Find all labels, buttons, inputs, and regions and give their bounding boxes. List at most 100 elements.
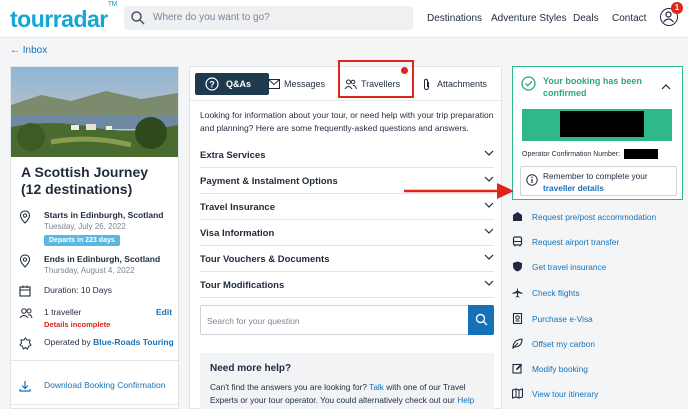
logo-text: tourradar [10, 6, 108, 32]
badge-icon [19, 337, 32, 350]
divider [11, 360, 178, 361]
question-search-input[interactable]: Search for your question [200, 305, 494, 335]
shield-icon [513, 261, 522, 272]
check-circle-icon [521, 76, 536, 91]
logo-trademark: TM [107, 1, 118, 9]
nav-adventure-styles[interactable]: Adventure Styles [491, 13, 567, 24]
start-date: Tuesday, July 26, 2022 [44, 222, 126, 231]
chevron-down-icon [484, 280, 494, 286]
action-airport-transfer[interactable]: Request airport transfer [512, 233, 682, 253]
booking-status-card: Your booking has been confirmed Operator… [512, 66, 683, 200]
qa-panel: ? Q&As Messages Travellers Attachments L… [189, 66, 502, 409]
tab-messages[interactable]: Messages [265, 73, 335, 95]
plane-icon [512, 287, 523, 298]
paperclip-icon [424, 78, 429, 91]
action-label: Offset my carbon [532, 339, 596, 349]
nav-deals[interactable]: Deals [573, 13, 599, 24]
nav-destinations[interactable]: Destinations [427, 13, 482, 24]
action-accommodation[interactable]: Request pre/post accommodation [512, 208, 682, 228]
question-search-placeholder: Search for your question [207, 316, 300, 326]
help-link[interactable]: Help [457, 395, 474, 405]
action-check-flights[interactable]: Check flights [512, 284, 682, 304]
tourradar-logo[interactable]: tourradarTM [10, 1, 117, 33]
top-header: tourradarTM Where do you want to go? Des… [0, 0, 688, 38]
traveller-count: 1 traveller [44, 307, 82, 317]
tab-qas-label: Q&As [226, 79, 252, 89]
envelope-icon [268, 79, 280, 89]
divider [11, 404, 178, 405]
users-icon [19, 308, 33, 319]
leaf-icon [512, 338, 523, 349]
accordion-vouchers[interactable]: Tour Vouchers & Documents [200, 246, 494, 272]
action-label: Modify booking [532, 364, 588, 374]
tour-photo [11, 67, 178, 157]
action-modify-booking[interactable]: Modify booking [512, 360, 682, 380]
operator-link[interactable]: Blue-Roads Touring [93, 337, 174, 347]
start-location: Starts in Edinburgh, Scotland [44, 210, 164, 220]
annotation-arrow [404, 183, 514, 199]
store-icon [513, 212, 522, 221]
chevron-down-icon [484, 254, 494, 260]
action-purchase-evisa[interactable]: Purchase e-Visa [512, 310, 682, 330]
operator-confirmation-label: Operator Confirmation Number: [522, 151, 621, 158]
question-icon: ? [205, 77, 219, 91]
reminder-label: Remember to complete your [543, 171, 648, 181]
location-pin-icon [19, 254, 31, 268]
action-label: View tour itinerary [532, 389, 599, 399]
chevron-down-icon [484, 150, 494, 156]
action-label: Get travel insurance [532, 262, 607, 272]
bus-icon [512, 236, 523, 247]
search-icon [131, 11, 145, 25]
travellers-notification-dot [401, 67, 408, 74]
action-offset-carbon[interactable]: Offset my carbon [512, 335, 682, 355]
notification-badge[interactable]: 1 [671, 2, 683, 14]
edit-travellers-link[interactable]: Edit [156, 307, 172, 317]
tab-messages-label: Messages [284, 79, 326, 89]
action-label: Check flights [532, 288, 580, 298]
help-text: Can't find the answers you are looking f… [210, 382, 368, 392]
accordion-title: Visa Information [200, 228, 275, 239]
accordion-modifications[interactable]: Tour Modifications [200, 272, 494, 298]
talk-link[interactable]: Talk [369, 382, 384, 392]
qa-intro-text: Looking for information about your tour,… [200, 110, 494, 133]
search-icon [475, 313, 488, 326]
calendar-icon [19, 285, 31, 297]
action-label: Purchase e-Visa [532, 314, 593, 324]
chevron-down-icon [484, 202, 494, 208]
action-view-itinerary[interactable]: View tour itinerary [512, 385, 682, 405]
end-date: Thursday, August 4, 2022 [44, 266, 135, 275]
reminder-text: Remember to complete your traveller detai… [543, 170, 648, 194]
accordion-extra-services[interactable]: Extra Services [200, 142, 494, 168]
tab-attachments-label: Attachments [437, 79, 488, 89]
inbox-back-link[interactable]: ← Inbox [10, 45, 47, 56]
help-box: Need more help? Can't find the answers y… [200, 353, 494, 409]
tab-qas[interactable]: ? Q&As [195, 73, 269, 95]
chevron-down-icon [484, 228, 494, 234]
traveller-details-link[interactable]: traveller details [543, 183, 604, 193]
chevron-up-icon[interactable] [661, 83, 671, 90]
duration-text: Duration: 10 Days [44, 285, 113, 295]
accordion-title: Payment & Instalment Options [200, 176, 338, 187]
accordion-title: Travel Insurance [200, 202, 275, 213]
question-search-button[interactable] [468, 305, 494, 335]
trip-summary-card: A Scottish Journey (12 destinations) Sta… [10, 66, 179, 409]
booking-confirmed-title: Your booking has been confirmed [543, 76, 642, 98]
accordion-title: Tour Vouchers & Documents [200, 254, 330, 265]
search-input[interactable]: Where do you want to go? [124, 6, 413, 30]
download-confirmation-label: Download Booking Confirmation [44, 380, 166, 390]
help-body: Can't find the answers you are looking f… [210, 381, 485, 407]
action-label: Request pre/post accommodation [532, 212, 657, 222]
departs-badge: Departs in 223 days [44, 235, 120, 246]
action-travel-insurance[interactable]: Get travel insurance [512, 258, 682, 278]
search-placeholder: Where do you want to go? [153, 12, 270, 23]
map-icon [512, 388, 523, 399]
location-pin-icon [19, 210, 31, 224]
edit-icon [512, 363, 523, 374]
nav-contact[interactable]: Contact [612, 13, 646, 24]
accordion-title: Tour Modifications [200, 280, 285, 291]
passport-icon [512, 313, 523, 324]
tab-attachments[interactable]: Attachments [420, 73, 495, 95]
accordion-visa[interactable]: Visa Information [200, 220, 494, 246]
redacted-block [560, 111, 644, 137]
trip-title: A Scottish Journey (12 destinations) [21, 164, 149, 197]
